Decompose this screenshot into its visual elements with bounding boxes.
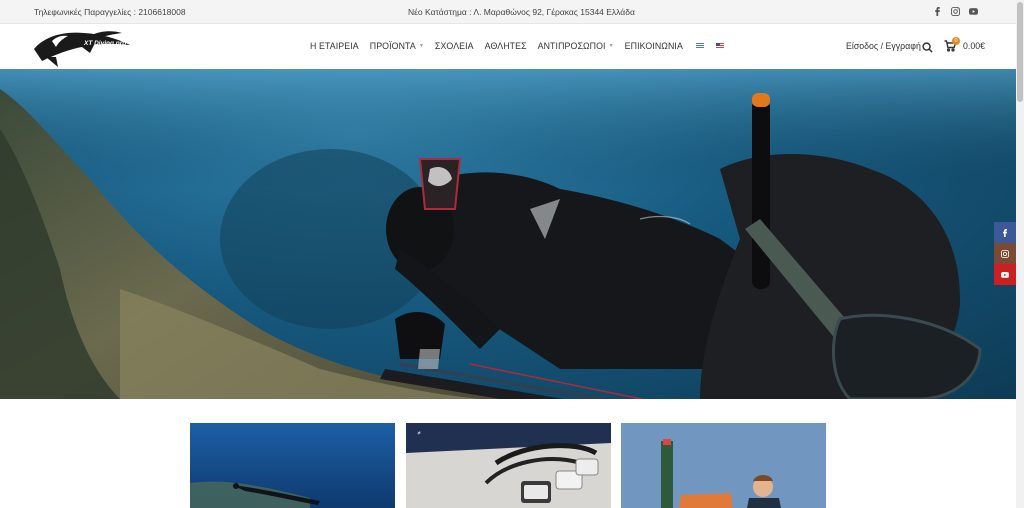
category-card[interactable]: ✶ bbox=[406, 423, 611, 508]
nav-label: ΑΘΛΗΤΕΣ bbox=[484, 41, 527, 51]
nav-item-contact[interactable]: ΕΠΙΚΟΙΝΩΝΙΑ bbox=[625, 41, 683, 51]
nav-label: ΕΠΙΚΟΙΝΩΝΙΑ bbox=[624, 41, 683, 51]
nav-item-company[interactable]: Η ΕΤΑΙΡΕΙΑ bbox=[310, 41, 359, 51]
nav-item-athletes[interactable]: ΑΘΛΗΤΕΣ bbox=[485, 41, 527, 51]
child-with-speargun-photo bbox=[621, 423, 826, 508]
facebook-icon[interactable] bbox=[994, 222, 1016, 243]
youtube-icon[interactable] bbox=[994, 264, 1016, 285]
nav-item-schools[interactable]: ΣΧΟΛΕΙΑ bbox=[435, 41, 474, 51]
nav-item-products[interactable]: ΠΡΟΪΟΝΤΑ ▼ bbox=[370, 41, 424, 51]
login-register-link[interactable]: Είσοδος / Εγγραφή bbox=[846, 41, 921, 51]
chevron-down-icon: ▼ bbox=[418, 43, 424, 49]
top-social-links bbox=[932, 5, 978, 17]
cart-total[interactable]: 0.00€ bbox=[963, 41, 985, 51]
facebook-icon[interactable] bbox=[932, 5, 942, 17]
english-flag-icon[interactable] bbox=[715, 43, 724, 49]
instagram-icon[interactable] bbox=[950, 5, 960, 17]
top-bar: Τηλεφωνικές Παραγγελίες : 2106618008 Νέο… bbox=[0, 0, 1016, 24]
site-logo[interactable]: XT Diving pro bbox=[32, 27, 132, 67]
logo-text: XT Diving pro bbox=[83, 40, 126, 47]
cart-count-badge: 0 bbox=[952, 37, 960, 45]
phone-orders: Τηλεφωνικές Παραγγελίες : 2106618008 bbox=[34, 7, 186, 17]
category-card[interactable] bbox=[190, 423, 395, 508]
youtube-icon[interactable] bbox=[968, 5, 978, 17]
site-header: XT Diving pro Η ΕΤΑΙΡΕΙΑ ΠΡΟΪΟΝΤΑ ▼ ΣΧΟΛΕ… bbox=[0, 24, 1016, 69]
chevron-down-icon: ▼ bbox=[608, 43, 614, 49]
freediver-underwater-photo bbox=[190, 423, 395, 508]
spearfisher-underwater-photo bbox=[0, 69, 1016, 399]
nav-label: ΣΧΟΛΕΙΑ bbox=[434, 41, 474, 51]
hero-banner bbox=[0, 69, 1016, 399]
greek-flag-icon[interactable] bbox=[695, 43, 704, 49]
category-card[interactable] bbox=[621, 423, 826, 508]
instagram-icon[interactable] bbox=[994, 243, 1016, 264]
scrollbar-thumb[interactable] bbox=[1017, 2, 1023, 102]
page-scrollbar[interactable] bbox=[1016, 0, 1024, 508]
nav-label: Η ΕΤΑΙΡΕΙΑ bbox=[310, 41, 359, 51]
floating-social-bar bbox=[994, 222, 1016, 285]
nav-item-dealers[interactable]: ΑΝΤΙΠΡΟΣΩΠΟΙ ▼ bbox=[538, 41, 614, 51]
speargun-products-photo: ✶ bbox=[406, 423, 611, 508]
search-icon[interactable] bbox=[922, 40, 934, 53]
store-address: Νέο Κατάστημα : Λ. Μαραθώνος 92, Γέρακας… bbox=[408, 7, 635, 17]
nav-label: ΠΡΟΪΟΝΤΑ bbox=[369, 41, 416, 51]
nav-label: ΑΝΤΙΠΡΟΣΩΠΟΙ bbox=[537, 41, 606, 51]
main-navigation: Η ΕΤΑΙΡΕΙΑ ΠΡΟΪΟΝΤΑ ▼ ΣΧΟΛΕΙΑ ΑΘΛΗΤΕΣ ΑΝΤ… bbox=[310, 41, 734, 51]
